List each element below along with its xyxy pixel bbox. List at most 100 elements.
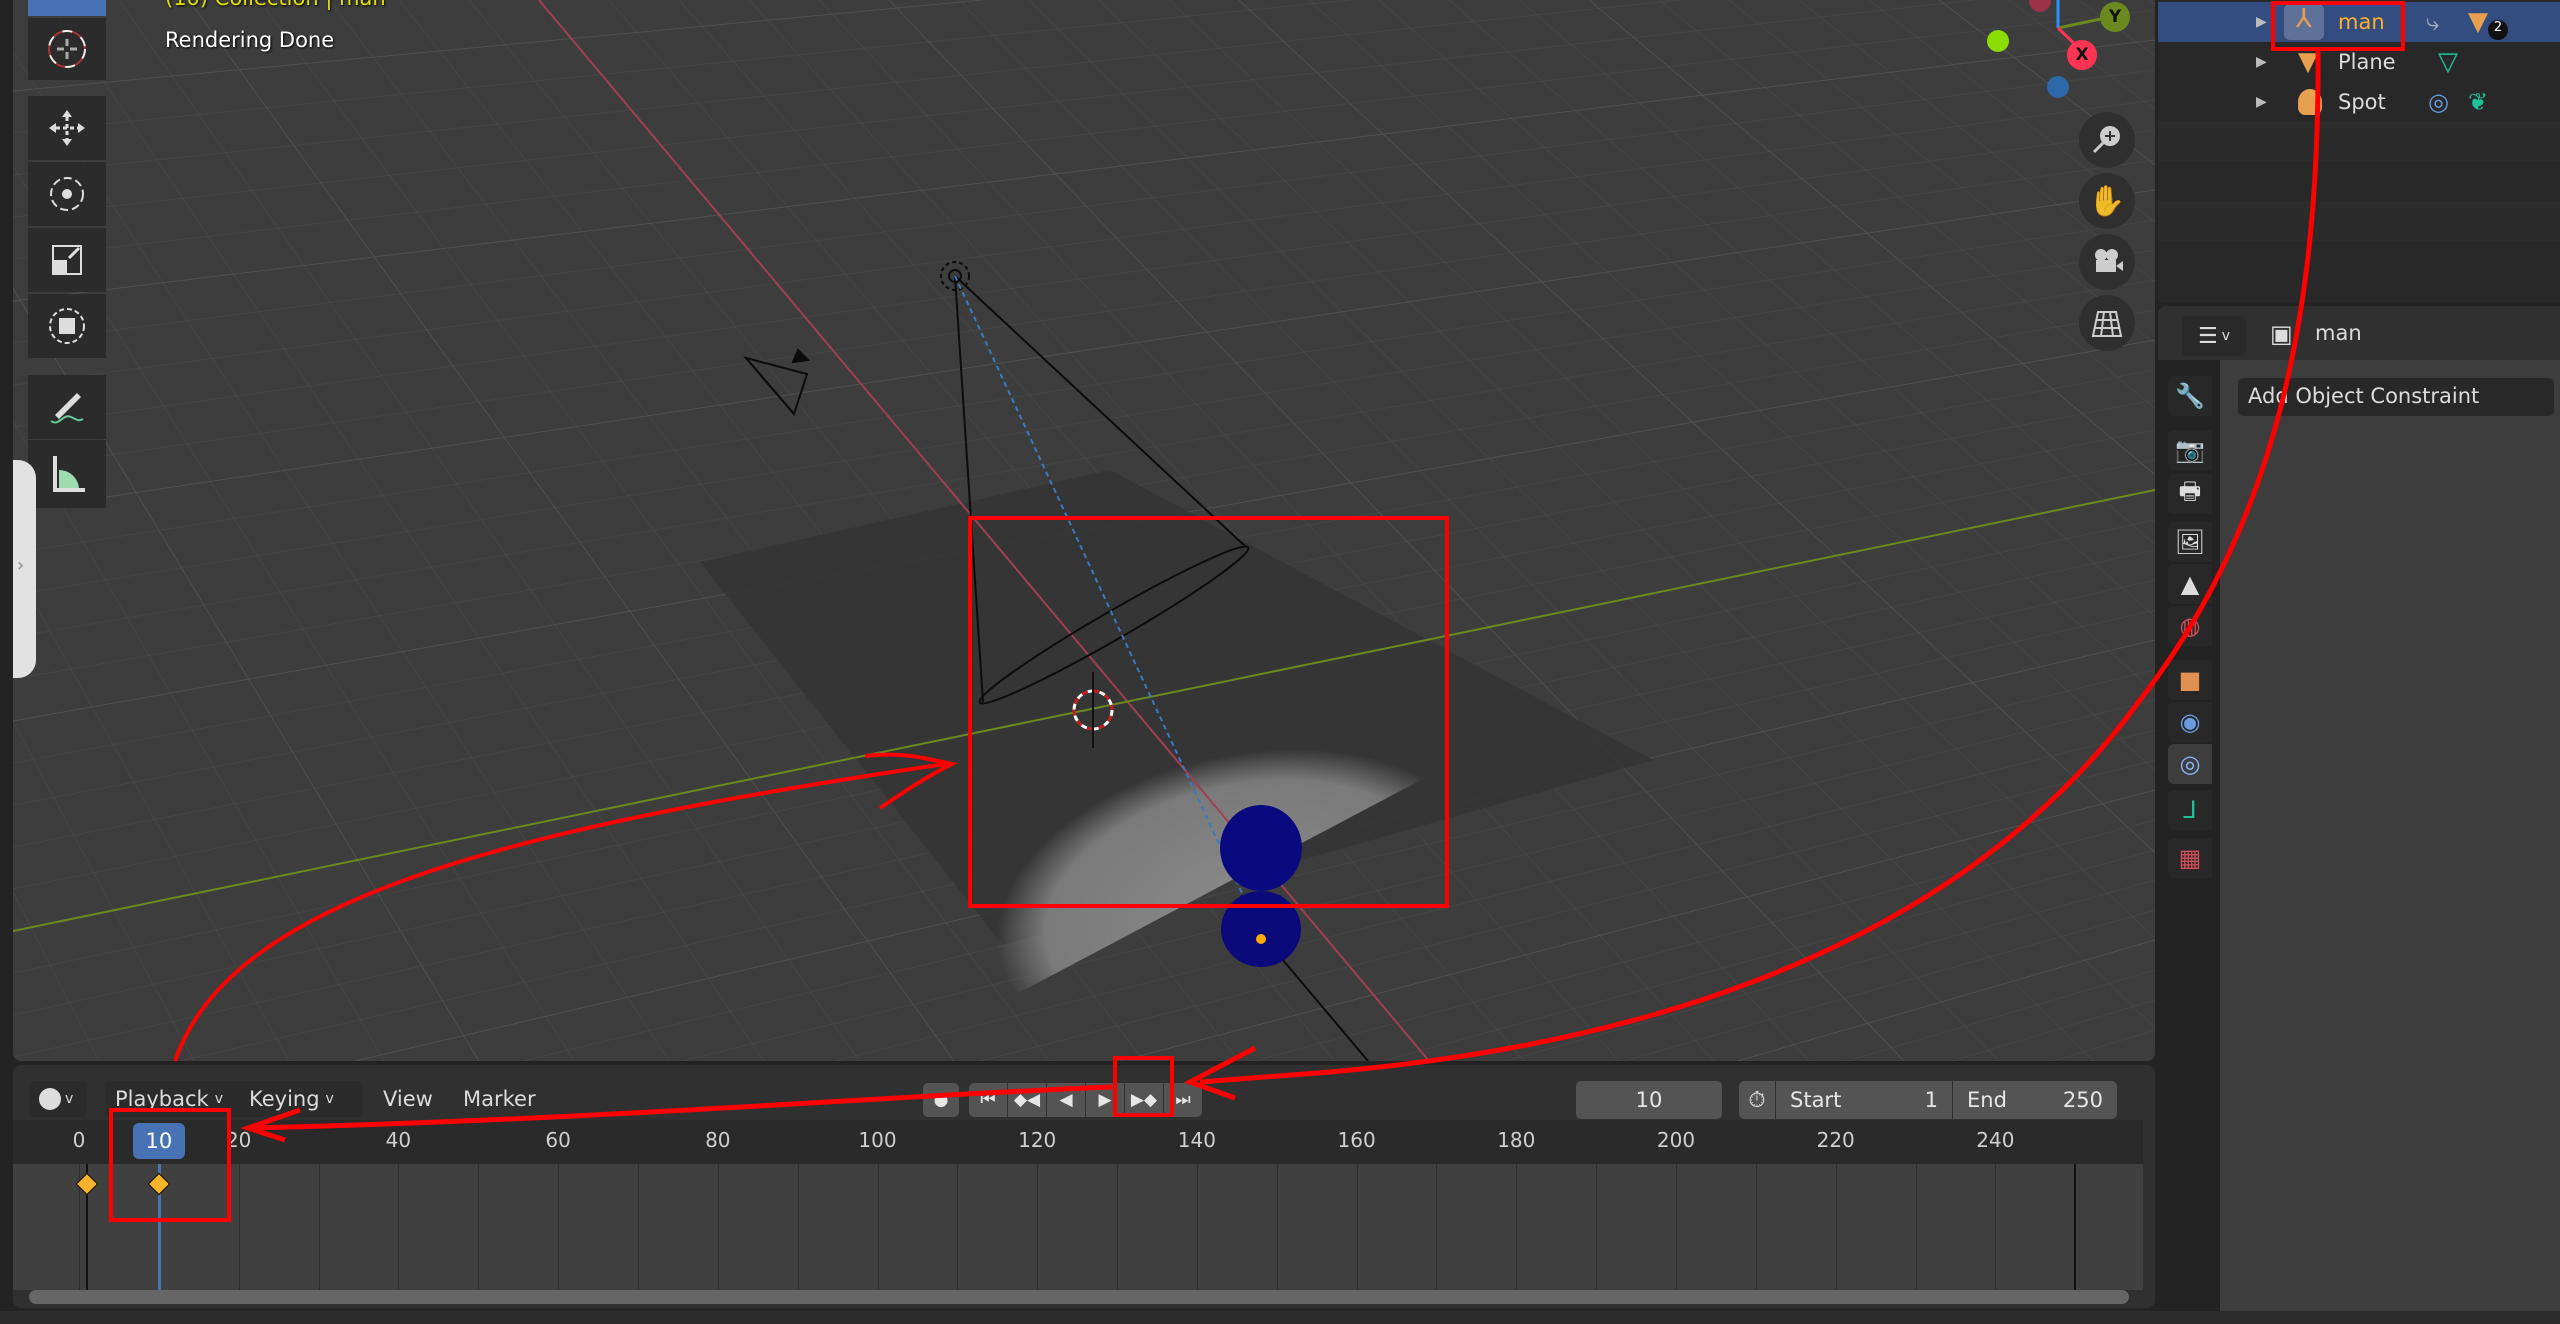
tool-icon: 🔧 <box>2175 382 2205 410</box>
scene-canvas[interactable] <box>13 0 2155 1061</box>
playback-menu[interactable]: Playback v <box>105 1081 239 1117</box>
outliner-row-man[interactable]: ▶ ⅄ man ⤷ ▼ 2 <box>2158 2 2560 42</box>
3d-viewport[interactable]: (10) Collection | man Rendering Done › Y… <box>13 0 2155 1061</box>
end-frame-field[interactable]: End 250 <box>1953 1081 2117 1119</box>
scene-icon: ▲ <box>2180 570 2200 598</box>
object-origin <box>1256 934 1266 944</box>
zoom-button[interactable] <box>2079 112 2135 168</box>
grid-line <box>2151 1059 2155 1061</box>
expand-arrow-icon: ▶ <box>2256 54 2267 70</box>
cursor-tool[interactable] <box>28 18 106 80</box>
neg-z-gizmo-dot[interactable] <box>2047 76 2069 98</box>
chevron-down-icon: v <box>65 1091 74 1107</box>
move-tool[interactable] <box>28 96 106 160</box>
jump-start-button[interactable]: ⏮ <box>969 1083 1007 1117</box>
frame-grid-line <box>1755 1164 1757 1290</box>
frame-ruler[interactable]: 0 20 40 60 80 100 120 140 160 180 200 220 240 <box>13 1120 2143 1164</box>
chevron-down-icon: v <box>214 1091 223 1107</box>
annotate-icon <box>50 393 84 424</box>
properties-tab-object-data[interactable]: ⅃ <box>2168 790 2212 830</box>
outliner[interactable]: ▶ ⅄ man ⤷ ▼ 2 ▶ ▼ Plane ▽ ▶ Spot ◎ ❦ <box>2158 0 2560 302</box>
grid-line <box>13 0 1680 176</box>
properties-tab-scene[interactable]: ▲ <box>2168 564 2212 604</box>
properties-tab-object-constraints[interactable]: ◎ <box>2168 744 2212 784</box>
editor-type-button[interactable]: v <box>29 1081 87 1117</box>
camera-icon <box>2095 249 2123 272</box>
properties-tab-output[interactable]: 🖶 <box>2168 474 2212 514</box>
playback-label: Playback <box>115 1087 209 1111</box>
keying-menu[interactable]: Keying v <box>239 1081 363 1117</box>
transform-icon <box>49 308 85 344</box>
outliner-item-name[interactable]: man <box>2338 10 2385 34</box>
record-button[interactable]: ● <box>923 1083 959 1117</box>
next-keyframe-button[interactable]: ▶◆ <box>1125 1083 1163 1117</box>
frame-grid-line <box>1596 1164 1598 1290</box>
pan-button[interactable]: ✋ <box>2079 173 2135 229</box>
current-frame-field[interactable]: 10 <box>1576 1081 1722 1119</box>
jump-end-button[interactable]: ⏭ <box>1164 1083 1202 1117</box>
timeline-editor[interactable]: v Playback v Keying v View Marker ● ⏮ ◆◀ ◀… <box>13 1065 2155 1308</box>
frame-grid-line <box>398 1164 400 1290</box>
jump-start-icon: ⏮ <box>980 1090 996 1110</box>
grid-line <box>1253 819 2155 1061</box>
outliner-row-spot[interactable]: ▶ Spot ◎ ❦ <box>2158 82 2560 122</box>
frame-grid-line <box>1356 1164 1358 1290</box>
play-reverse-icon: ◀ <box>1059 1090 1073 1110</box>
properties-tab-view-layer[interactable]: 🖼 <box>2168 522 2212 562</box>
play-icon: ▶ <box>1098 1090 1112 1110</box>
prev-keyframe-button[interactable]: ◆◀ <box>1008 1083 1046 1117</box>
ruler-tick-label: 180 <box>1497 1128 1536 1152</box>
properties-editor[interactable]: ☰ v ▣ man Add Object Constraint 🔧 📷 🖶 🖼 ▲ ◍ ■ ◉ ◎… <box>2158 306 2560 1324</box>
perspective-toggle-button[interactable] <box>2079 295 2135 351</box>
editor-type-button[interactable]: ☰ v <box>2182 316 2246 356</box>
viewport-collection-text: (10) Collection | man <box>165 0 386 10</box>
marker-menu[interactable]: Marker <box>453 1081 546 1117</box>
y-gizmo-button[interactable]: Y <box>2100 2 2130 32</box>
properties-object-name: man <box>2315 321 2362 345</box>
x-gizmo-button[interactable]: X <box>2067 40 2097 70</box>
light-object-icon <box>2298 89 2322 115</box>
properties-tab-physics[interactable]: ◉ <box>2168 702 2212 742</box>
outliner-row-plane[interactable]: ▶ ▼ Plane ▽ <box>2158 42 2560 82</box>
toolbar-collapse-tab[interactable]: › <box>13 460 36 678</box>
status-bar <box>0 1311 2560 1324</box>
annotate-tool[interactable] <box>28 375 106 439</box>
stopwatch-icon: ⏱ <box>1748 1087 1766 1113</box>
properties-tab-tool[interactable]: 🔧 <box>2168 376 2212 416</box>
properties-tab-world[interactable]: ◍ <box>2168 606 2212 646</box>
start-frame-field[interactable]: Start 1 <box>1776 1081 1952 1119</box>
neg-y-gizmo-dot[interactable] <box>1987 30 2009 52</box>
measure-tool[interactable] <box>28 440 106 508</box>
object-data-icon: ⅃ <box>2183 796 2197 824</box>
grid-line <box>13 0 1351 134</box>
man-object[interactable] <box>1220 805 1302 967</box>
frame-grid-line <box>797 1164 799 1290</box>
timeline-scrollbar[interactable] <box>29 1290 2129 1304</box>
grid-line <box>1623 909 2155 1061</box>
outliner-item-name[interactable]: Plane <box>2338 50 2396 74</box>
properties-tab-texture[interactable]: ▦ <box>2168 838 2212 878</box>
properties-tab-object[interactable]: ■ <box>2168 660 2212 700</box>
add-object-constraint-dropdown[interactable]: Add Object Constraint <box>2238 378 2554 416</box>
outliner-item-name[interactable]: Spot <box>2338 90 2386 114</box>
play-reverse-button[interactable]: ◀ <box>1047 1083 1085 1117</box>
keyframe-diamond[interactable] <box>147 1172 171 1196</box>
camera-view-button[interactable] <box>2079 234 2135 290</box>
chevron-down-icon: v <box>325 1091 334 1107</box>
end-value: 250 <box>2062 1088 2103 1112</box>
select-box-tool[interactable] <box>28 0 106 16</box>
properties-tab-render[interactable]: 📷 <box>2168 430 2212 470</box>
transform-tool[interactable] <box>28 294 106 358</box>
playhead-frame-indicator[interactable]: 10 <box>132 1123 185 1159</box>
child-count-badge: 2 <box>2488 20 2508 40</box>
preview-range-toggle[interactable]: ⏱ <box>1739 1081 1775 1119</box>
measure-icon <box>53 456 85 492</box>
scale-tool[interactable] <box>28 228 106 292</box>
keyframe-area[interactable] <box>13 1164 2143 1290</box>
frame-grid-line <box>1915 1164 1917 1290</box>
play-button[interactable]: ▶ <box>1086 1083 1124 1117</box>
mesh-object-icon: ▼ <box>2298 47 2318 77</box>
frame-grid-line <box>1436 1164 1438 1290</box>
rotate-tool[interactable] <box>28 162 106 226</box>
view-menu[interactable]: View <box>373 1081 443 1117</box>
